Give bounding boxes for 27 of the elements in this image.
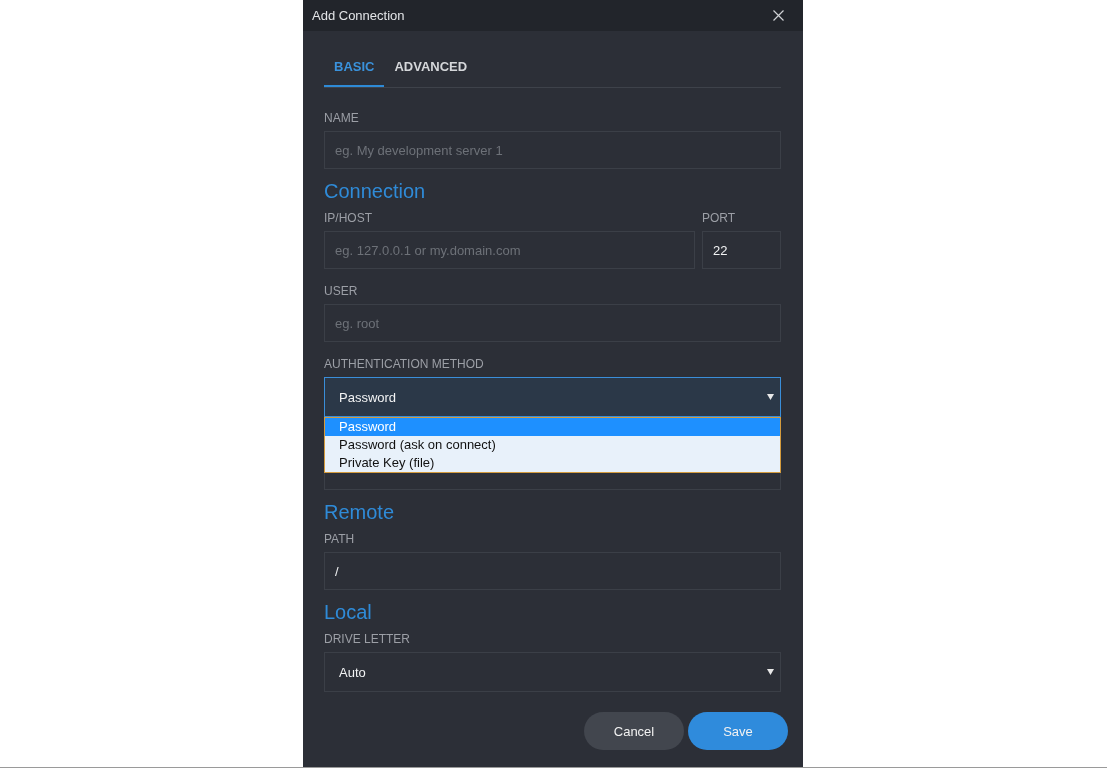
field-label: PORT	[702, 210, 736, 226]
section-heading: Local	[324, 600, 372, 624]
field-label: IP/HOST	[324, 210, 372, 226]
tab[interactable]: ADVANCED	[384, 48, 478, 87]
field-label: USER	[324, 283, 358, 299]
tab[interactable]: BASIC	[324, 48, 385, 87]
section-heading: Remote	[324, 500, 395, 524]
dropdown-option[interactable]: Private Key (file)	[325, 454, 780, 472]
dropdown-option[interactable]: Password (ask on connect)	[325, 436, 780, 454]
field-label: PATH	[324, 531, 355, 547]
port-field[interactable]: 22	[702, 231, 781, 269]
input-field[interactable]	[324, 473, 781, 490]
path-field[interactable]: /	[324, 552, 781, 590]
field-label: NAME	[324, 110, 359, 126]
name-field[interactable]: eg. My development server 1	[324, 131, 781, 169]
window-title: Add Connection	[312, 8, 405, 23]
close-icon[interactable]	[773, 10, 784, 21]
host-field[interactable]: eg. 127.0.0.1 or my.domain.com	[324, 231, 695, 269]
caret-icon	[767, 394, 774, 400]
section-heading: Connection	[324, 179, 426, 203]
field-label: DRIVE LETTER	[324, 631, 410, 647]
cancel-button[interactable]: Cancel	[584, 712, 684, 750]
drive-letter-dropdown[interactable]: Auto	[324, 652, 781, 692]
caret-icon	[767, 669, 774, 675]
auth-method-dropdown[interactable]: Password	[324, 377, 781, 417]
user-field[interactable]: eg. root	[324, 304, 781, 342]
field-label: AUTHENTICATION METHOD	[324, 356, 484, 372]
